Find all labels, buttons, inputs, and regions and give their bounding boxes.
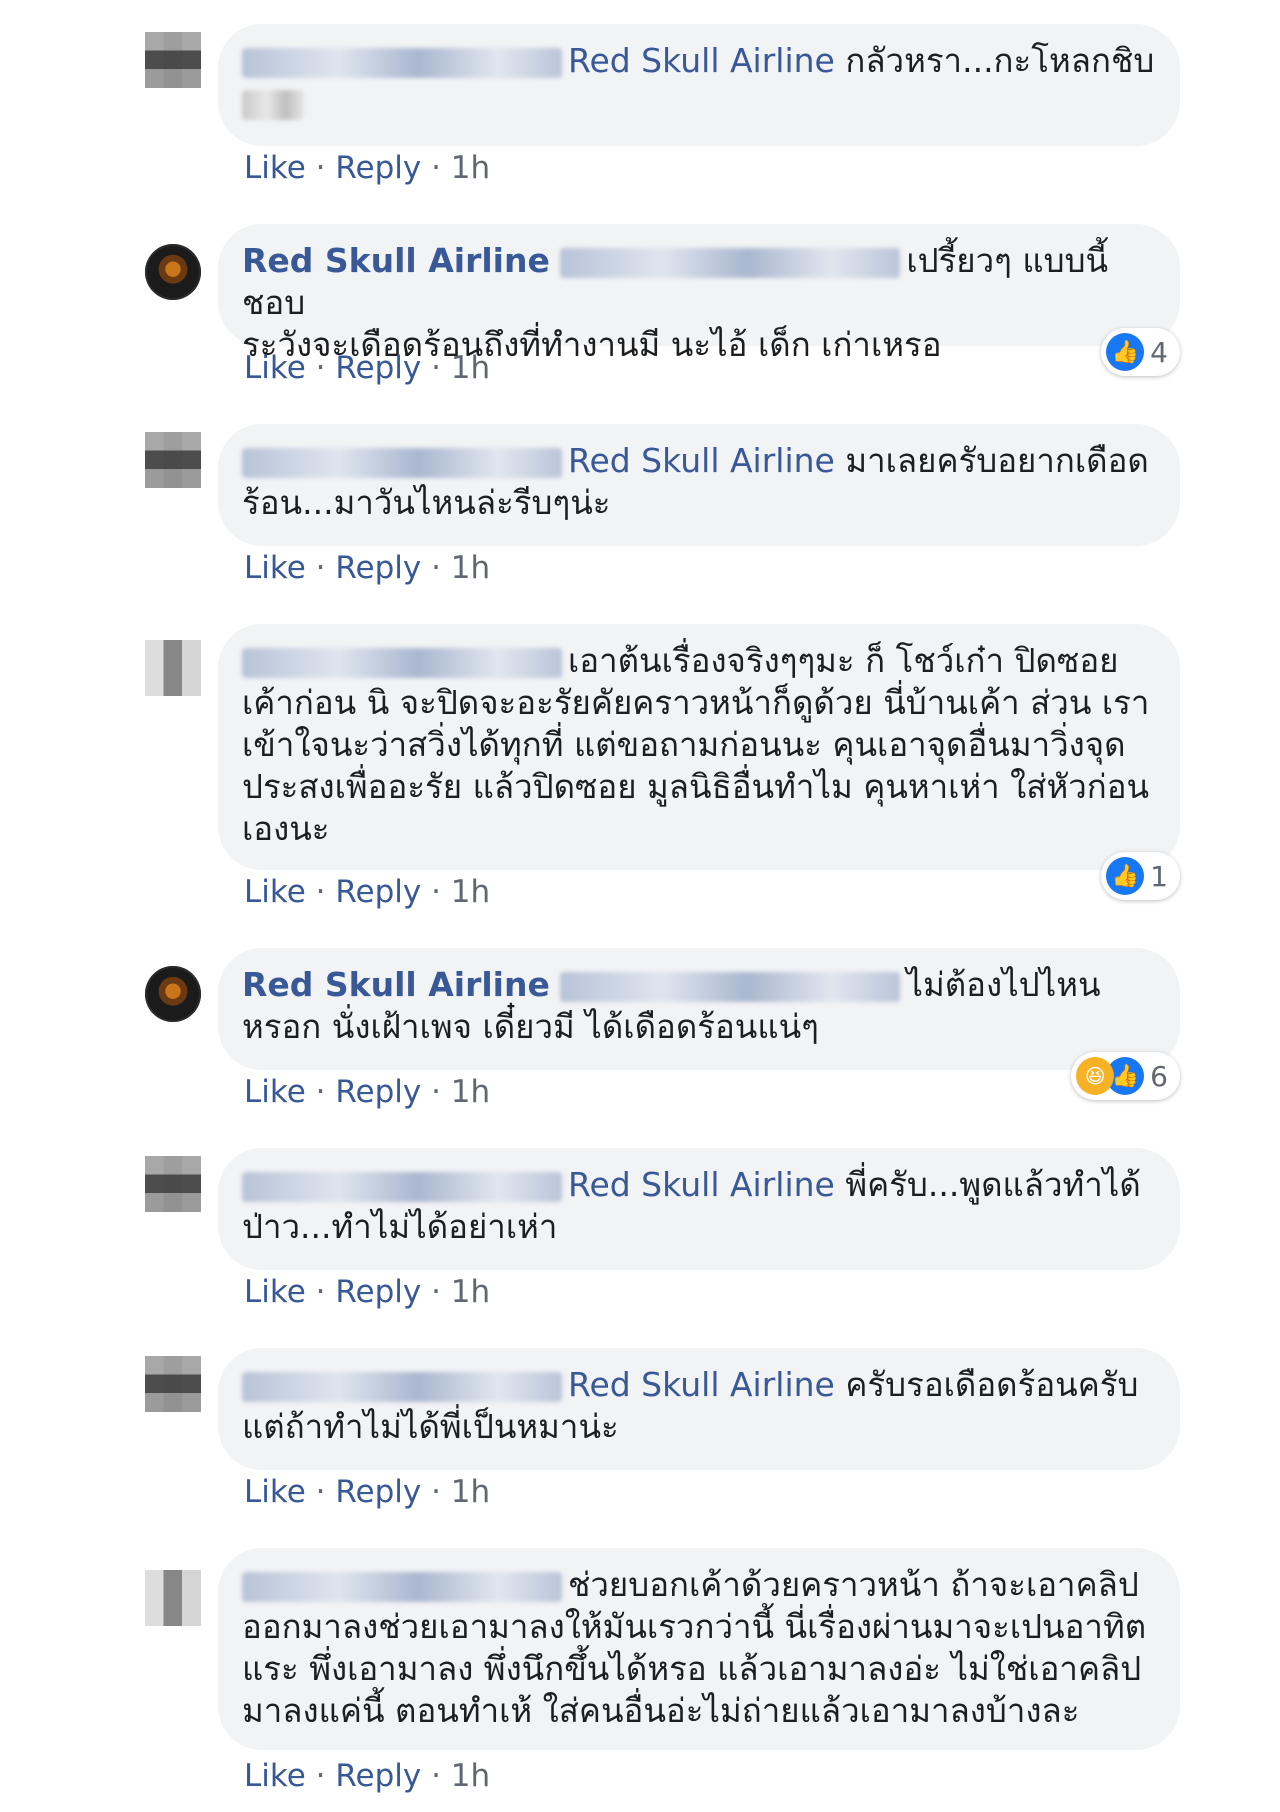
timestamp[interactable]: 1h — [451, 350, 490, 386]
comment-actions: Like · Reply · 1h — [244, 1758, 491, 1794]
mention-link[interactable]: Red Skull Airline — [568, 1165, 835, 1204]
comment-text: กลัวหรา...กะโหลกชิบ — [845, 41, 1155, 80]
reply-link[interactable]: Reply — [335, 150, 421, 186]
redacted-name[interactable] — [242, 47, 562, 78]
reply-link[interactable]: Reply — [335, 1074, 421, 1110]
comment-actions: Like · Reply · 1h — [244, 550, 491, 586]
reply-link[interactable]: Reply — [335, 550, 421, 586]
author-name[interactable]: Red Skull Airline — [242, 965, 550, 1004]
comment-bubble: Red Skull Airline เปรี้ยวๆ แบบนี้ ชอบ ระ… — [218, 224, 1180, 364]
timestamp[interactable]: 1h — [451, 150, 490, 186]
mention-link[interactable]: Red Skull Airline — [568, 441, 835, 480]
comment-actions: Like · Reply · 1h — [244, 1074, 491, 1110]
like-link[interactable]: Like — [244, 550, 306, 586]
redacted-name[interactable] — [560, 971, 901, 1002]
like-link[interactable]: Like — [244, 1758, 306, 1794]
avatar[interactable] — [145, 1356, 201, 1412]
redacted-name[interactable] — [242, 647, 562, 678]
comment-bubble: Red Skull Airline กลัวหรา...กะโหลกชิบ — [218, 24, 1180, 146]
reaction-count: 6 — [1150, 1059, 1168, 1093]
reaction-count: 4 — [1150, 335, 1168, 369]
comment-bubble: Red Skull Airline พี่ครับ...พูดแล้วทำได้… — [218, 1148, 1180, 1270]
comment-actions: Like · Reply · 1h — [244, 350, 491, 386]
redacted-name[interactable] — [560, 247, 901, 278]
comment-actions: Like · Reply · 1h — [244, 874, 491, 910]
comment-actions: Like · Reply · 1h — [244, 150, 491, 186]
reaction-count: 1 — [1150, 859, 1168, 893]
haha-reaction-icon: 😆 — [1076, 1057, 1115, 1095]
like-link[interactable]: Like — [244, 150, 306, 186]
comment-bubble: Red Skull Airline มาเลยครับอยากเดือดร้อน… — [218, 424, 1180, 546]
comment-actions: Like · Reply · 1h — [244, 1274, 491, 1310]
reply-link[interactable]: Reply — [335, 1474, 421, 1510]
redacted-text — [242, 89, 304, 120]
mention-link[interactable]: Red Skull Airline — [568, 41, 835, 80]
reply-link[interactable]: Reply — [335, 350, 421, 386]
like-link[interactable]: Like — [244, 1474, 306, 1510]
like-link[interactable]: Like — [244, 874, 306, 910]
like-link[interactable]: Like — [244, 1074, 306, 1110]
avatar[interactable] — [145, 966, 201, 1022]
redacted-name[interactable] — [242, 447, 562, 478]
mention-link[interactable]: Red Skull Airline — [568, 1365, 835, 1404]
like-reaction-icon: 👍 — [1106, 333, 1145, 371]
comment-bubble: Red Skull Airline ไม่ต้องไปไหนหรอก นั่งเ… — [218, 948, 1180, 1070]
like-link[interactable]: Like — [244, 1274, 306, 1310]
avatar[interactable] — [145, 32, 201, 88]
timestamp[interactable]: 1h — [451, 874, 490, 910]
avatar[interactable] — [145, 432, 201, 488]
comment-bubble: ช่วยบอกเค้าด้วยคราวหน้า ถ้าจะเอาคลิปออกม… — [218, 1548, 1180, 1750]
timestamp[interactable]: 1h — [451, 1758, 490, 1794]
reaction-summary[interactable]: 😆 👍 6 — [1071, 1052, 1180, 1100]
avatar[interactable] — [145, 1156, 201, 1212]
reply-link[interactable]: Reply — [335, 1274, 421, 1310]
redacted-name[interactable] — [242, 1371, 562, 1402]
timestamp[interactable]: 1h — [451, 550, 490, 586]
comment-bubble: เอาต้นเรื่องจริงๆๆมะ ก็ โชว์เก๋า ปิดซอยเ… — [218, 624, 1180, 870]
comment-bubble: Red Skull Airline ครับรอเดือดร้อนครับ แต… — [218, 1348, 1180, 1470]
author-name[interactable]: Red Skull Airline — [242, 241, 550, 280]
timestamp[interactable]: 1h — [451, 1474, 490, 1510]
like-link[interactable]: Like — [244, 350, 306, 386]
like-reaction-icon: 👍 — [1106, 857, 1145, 895]
reaction-summary[interactable]: 👍 4 — [1101, 328, 1180, 376]
avatar[interactable] — [145, 640, 201, 696]
comment-actions: Like · Reply · 1h — [244, 1474, 491, 1510]
timestamp[interactable]: 1h — [451, 1074, 490, 1110]
redacted-name[interactable] — [242, 1571, 562, 1602]
timestamp[interactable]: 1h — [451, 1274, 490, 1310]
reply-link[interactable]: Reply — [335, 1758, 421, 1794]
redacted-name[interactable] — [242, 1171, 562, 1202]
reply-link[interactable]: Reply — [335, 874, 421, 910]
avatar[interactable] — [145, 1570, 201, 1626]
reaction-summary[interactable]: 👍 1 — [1101, 852, 1180, 900]
avatar[interactable] — [145, 244, 201, 300]
